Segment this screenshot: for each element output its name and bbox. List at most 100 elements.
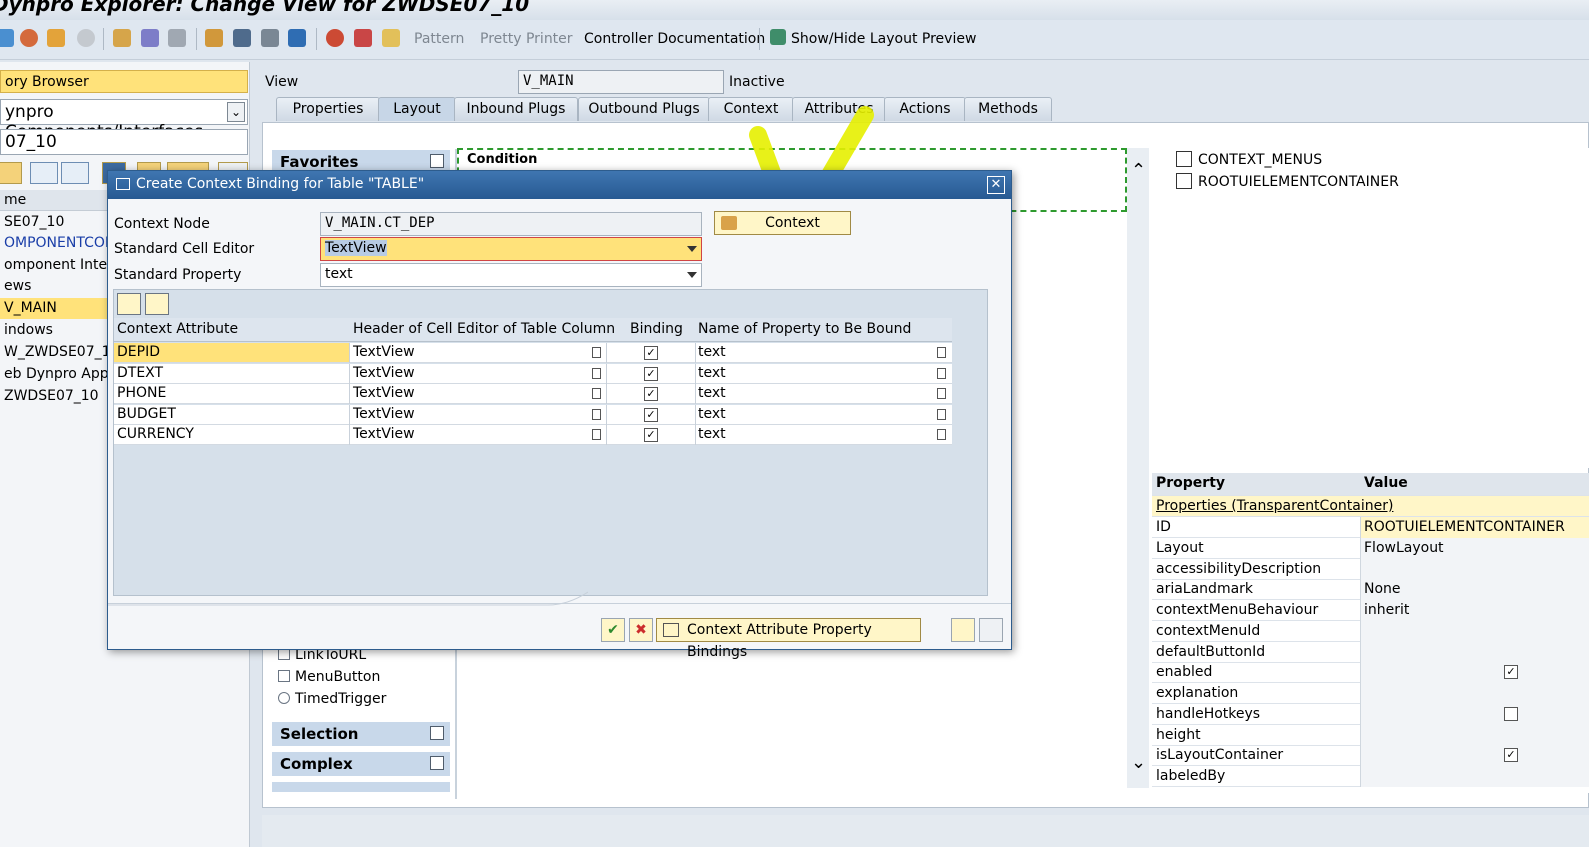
- palette-complex-header[interactable]: Complex: [272, 752, 450, 776]
- cell-editor-select[interactable]: TextView: [320, 237, 702, 261]
- tab-methods[interactable]: Methods: [964, 97, 1052, 121]
- value-help-icon[interactable]: [592, 429, 601, 441]
- stop-icon[interactable]: [354, 29, 372, 47]
- property-checkbox[interactable]: [1504, 706, 1518, 721]
- pattern-button[interactable]: Pattern: [414, 31, 464, 47]
- value-cell[interactable]: [1360, 558, 1589, 580]
- spiral-icon[interactable]: [77, 29, 95, 47]
- chevron-down-icon[interactable]: ⌄: [227, 102, 245, 122]
- binding-row[interactable]: CURRENCY TextView ✓ text: [114, 425, 952, 446]
- tab-layout[interactable]: Layout: [378, 97, 456, 121]
- collapse-icon[interactable]: [61, 162, 89, 184]
- property-row[interactable]: handleHotkeys: [1152, 703, 1589, 725]
- binding-checkbox[interactable]: ✓: [644, 366, 658, 381]
- layout-preview-button[interactable]: Show/Hide Layout Preview: [791, 31, 976, 47]
- view-name-field[interactable]: V_MAIN: [518, 70, 724, 94]
- collapse-icon[interactable]: [430, 154, 444, 168]
- value-help-icon[interactable]: [592, 347, 601, 358]
- chevron-up-icon[interactable]: ⌃: [1131, 160, 1146, 181]
- deselect-all-icon[interactable]: [145, 293, 169, 315]
- cell-editor-cell[interactable]: TextView: [353, 344, 415, 360]
- info-icon[interactable]: [288, 29, 306, 47]
- context-button[interactable]: Context: [714, 211, 851, 235]
- property-row[interactable]: enabled ✓: [1152, 662, 1589, 684]
- property-name-cell[interactable]: text: [698, 385, 726, 401]
- pretty-printer-button[interactable]: Pretty Printer: [480, 31, 573, 47]
- sparkle-icon[interactable]: [382, 29, 400, 47]
- value-help-icon[interactable]: [592, 388, 601, 400]
- document-icon[interactable]: [979, 618, 1003, 642]
- close-icon[interactable]: ✕: [987, 176, 1005, 194]
- property-row[interactable]: labeledBy: [1152, 766, 1589, 787]
- value-help-icon[interactable]: [592, 408, 601, 420]
- cell-editor-cell[interactable]: TextView: [353, 365, 415, 381]
- value-help-icon[interactable]: [937, 408, 946, 420]
- property-checkbox[interactable]: ✓: [1504, 748, 1518, 763]
- binding-checkbox[interactable]: ✓: [644, 428, 658, 443]
- copy-icon[interactable]: [47, 29, 65, 47]
- object-name-input[interactable]: 07_10: [0, 129, 248, 155]
- value-cell[interactable]: [1360, 620, 1589, 642]
- expand-icon[interactable]: [30, 162, 58, 184]
- binding-checkbox[interactable]: ✓: [644, 346, 658, 360]
- binding-row[interactable]: BUDGET TextView ✓ text: [114, 404, 952, 425]
- property-row[interactable]: defaultButtonId: [1152, 641, 1589, 663]
- property-row[interactable]: accessibilityDescription: [1152, 558, 1589, 580]
- property-name-cell[interactable]: text: [698, 426, 726, 442]
- property-row[interactable]: height: [1152, 724, 1589, 746]
- activate-icon[interactable]: [20, 29, 38, 47]
- value-help-icon[interactable]: [592, 367, 601, 379]
- property-row[interactable]: explanation: [1152, 683, 1589, 704]
- canvas-scrollbar[interactable]: ⌃ ⌄: [1127, 148, 1149, 788]
- wand-icon[interactable]: [141, 29, 159, 47]
- value-cell[interactable]: [1360, 662, 1589, 684]
- chevron-down-icon[interactable]: [687, 246, 697, 252]
- value-cell[interactable]: [1360, 683, 1589, 704]
- palette-item-menubutton[interactable]: MenuButton: [278, 669, 380, 685]
- property-row[interactable]: ariaLandmark None: [1152, 579, 1589, 601]
- value-cell[interactable]: [1360, 703, 1589, 725]
- confirm-icon[interactable]: ✔: [601, 618, 625, 642]
- display-icon[interactable]: [261, 29, 279, 47]
- value-cell[interactable]: [1360, 745, 1589, 767]
- property-name-cell[interactable]: text: [698, 344, 726, 360]
- chevron-down-icon[interactable]: [687, 272, 697, 278]
- hierarchy-icon[interactable]: [113, 29, 131, 47]
- binding-row[interactable]: DEPID TextView ✓ text: [114, 343, 952, 363]
- stack-icon[interactable]: [233, 29, 251, 47]
- tree-node-context-menus[interactable]: CONTEXT_MENUS: [1164, 151, 1322, 168]
- value-help-icon[interactable]: [937, 367, 946, 379]
- property-name-cell[interactable]: text: [698, 365, 726, 381]
- binding-row[interactable]: PHONE TextView ✓ text: [114, 384, 952, 405]
- collapse-icon[interactable]: [430, 756, 444, 770]
- value-cell[interactable]: [1360, 641, 1589, 663]
- cell-editor-cell[interactable]: TextView: [353, 385, 415, 401]
- property-row[interactable]: isLayoutContainer ✓: [1152, 745, 1589, 767]
- layout-preview-icon[interactable]: [770, 29, 786, 45]
- property-row[interactable]: ID ROOTUIELEMENTCONTAINER: [1152, 517, 1589, 538]
- property-checkbox[interactable]: ✓: [1504, 665, 1518, 680]
- value-help-icon[interactable]: [937, 429, 946, 441]
- export-icon[interactable]: [951, 618, 975, 642]
- cancel-icon[interactable]: ✖: [629, 618, 653, 642]
- tree-action-icon[interactable]: [0, 162, 22, 184]
- cell-editor-cell[interactable]: TextView: [353, 406, 415, 422]
- attribute-bindings-button[interactable]: Context Attribute Property Bindings: [656, 618, 921, 660]
- standard-property-select[interactable]: text: [320, 263, 702, 287]
- binding-checkbox[interactable]: ✓: [644, 407, 658, 422]
- chevron-down-icon[interactable]: ⌄: [1131, 752, 1146, 773]
- controller-documentation-button[interactable]: Controller Documentation: [584, 31, 765, 47]
- repository-browser-button[interactable]: ory Browser: [0, 70, 248, 93]
- structure-icon[interactable]: [205, 29, 223, 47]
- value-help-icon[interactable]: [937, 347, 946, 358]
- select-all-icon[interactable]: [117, 293, 141, 315]
- collapse-icon[interactable]: [430, 726, 444, 740]
- context-node-field[interactable]: V_MAIN.CT_DEP: [320, 212, 702, 236]
- value-help-icon[interactable]: [937, 388, 946, 400]
- property-row[interactable]: contextMenuId: [1152, 620, 1589, 642]
- binding-checkbox[interactable]: ✓: [644, 387, 658, 402]
- palette-selection-header[interactable]: Selection: [272, 722, 450, 746]
- property-group-row[interactable]: Properties (TransparentContainer): [1152, 496, 1589, 517]
- palette-item-timedtrigger[interactable]: TimedTrigger: [278, 691, 386, 707]
- value-cell[interactable]: [1360, 724, 1589, 746]
